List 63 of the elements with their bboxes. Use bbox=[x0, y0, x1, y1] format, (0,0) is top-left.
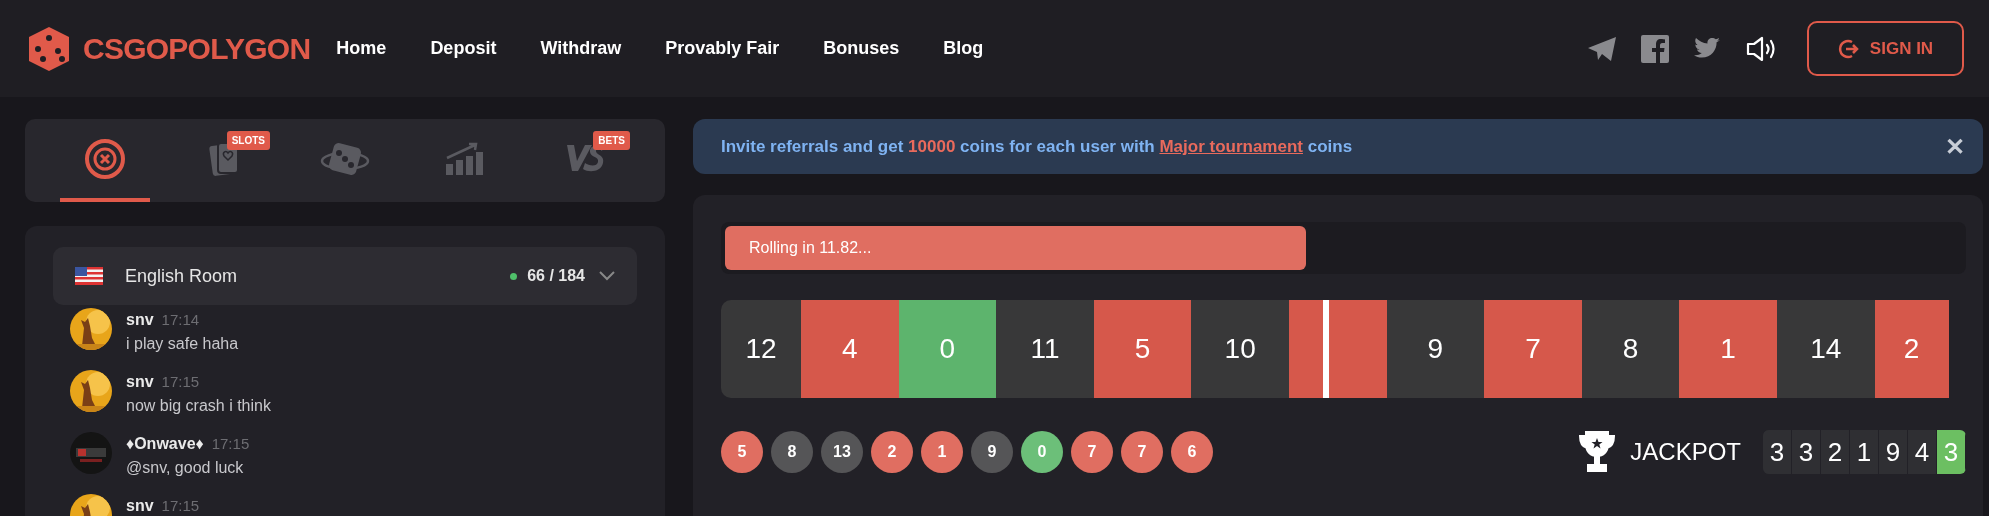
chat-message: now big crash i think bbox=[126, 396, 271, 416]
nav-link[interactable]: Provably Fair bbox=[665, 35, 780, 62]
history-result: 8 bbox=[771, 431, 813, 473]
roulette-tile: 9 bbox=[1386, 300, 1485, 398]
jackpot-digit: 3 bbox=[1937, 430, 1966, 474]
chat-time: 17:15 bbox=[211, 434, 250, 454]
history-result: 0 bbox=[1021, 431, 1063, 473]
history-result: 13 bbox=[821, 431, 863, 473]
chevron-down-icon bbox=[599, 271, 615, 281]
us-flag-icon bbox=[75, 267, 103, 285]
nav-link[interactable]: Deposit bbox=[430, 35, 497, 62]
roulette-tile: 7 bbox=[1484, 300, 1582, 398]
roulette-tile: 4 bbox=[801, 300, 899, 398]
history-result: 7 bbox=[1121, 431, 1163, 473]
roulette-wheel-icon bbox=[84, 137, 126, 180]
nav-link[interactable]: Withdraw bbox=[540, 35, 622, 62]
chat-username: snv bbox=[126, 496, 154, 516]
roulette-tile: 12 bbox=[721, 300, 801, 398]
paper-plane-icon[interactable] bbox=[1587, 35, 1617, 62]
roulette-tile: 14 bbox=[1776, 300, 1875, 398]
history-result: 6 bbox=[1171, 431, 1213, 473]
game-tab[interactable]: SLOTS bbox=[180, 119, 270, 202]
sign-in-button[interactable]: SIGN IN bbox=[1807, 21, 1964, 76]
room-selector[interactable]: English Room 66 / 184 bbox=[53, 247, 637, 305]
chat-time: 17:14 bbox=[161, 310, 200, 330]
facebook-icon[interactable] bbox=[1641, 34, 1669, 63]
referral-message: Invite referrals and get 10000 coins for each user with Major tournament coins bbox=[721, 135, 1353, 158]
chat-username: snv bbox=[126, 310, 154, 330]
history-result: 7 bbox=[1071, 431, 1113, 473]
badge-label: BETS bbox=[593, 131, 630, 150]
chat-message: @snv, good luck bbox=[126, 458, 245, 478]
chat-message: i play safe haha bbox=[126, 334, 239, 354]
online-count: 66 / 184 bbox=[527, 266, 585, 286]
bird-icon[interactable] bbox=[1693, 36, 1721, 61]
history-result: 5 bbox=[721, 431, 763, 473]
sign-in-icon bbox=[1837, 37, 1860, 60]
chat-username: ♦Onwave♦ bbox=[126, 434, 204, 454]
nav-link[interactable]: Blog bbox=[943, 35, 984, 62]
roulette-tile: 2 bbox=[1874, 300, 1949, 398]
roulette-tile: 11 bbox=[996, 300, 1094, 398]
rising-bars-icon bbox=[445, 141, 485, 176]
roulette-tile: 5 bbox=[1093, 300, 1192, 398]
site-logo[interactable]: CSGOPOLYGON bbox=[83, 26, 311, 71]
game-tab[interactable]: BETS bbox=[540, 119, 630, 202]
chat-time: 17:15 bbox=[161, 496, 200, 516]
history-result: 2 bbox=[871, 431, 913, 473]
history-result: 1 bbox=[921, 431, 963, 473]
roulette-tile: 10 bbox=[1191, 300, 1289, 398]
jackpot-label: JACKPOT bbox=[1630, 437, 1741, 467]
nav-link[interactable]: Home bbox=[336, 35, 387, 62]
roulette-tile: 8 bbox=[1581, 300, 1680, 398]
tournament-link[interactable]: Major tournament bbox=[1159, 136, 1303, 156]
rolling-countdown: Rolling in 11.82... bbox=[749, 238, 872, 258]
room-name: English Room bbox=[125, 264, 238, 288]
nav-link[interactable]: Bonuses bbox=[823, 35, 900, 62]
roulette-tile: 1 bbox=[1679, 300, 1777, 398]
trophy-icon bbox=[1578, 430, 1617, 474]
history-result: 9 bbox=[971, 431, 1013, 473]
badge-label: SLOTS bbox=[226, 131, 270, 150]
chat-username: snv bbox=[126, 372, 154, 392]
roulette-tile: 0 bbox=[898, 300, 997, 398]
chat-time: 17:15 bbox=[161, 372, 200, 392]
close-button[interactable]: ✕ bbox=[1945, 128, 1965, 165]
